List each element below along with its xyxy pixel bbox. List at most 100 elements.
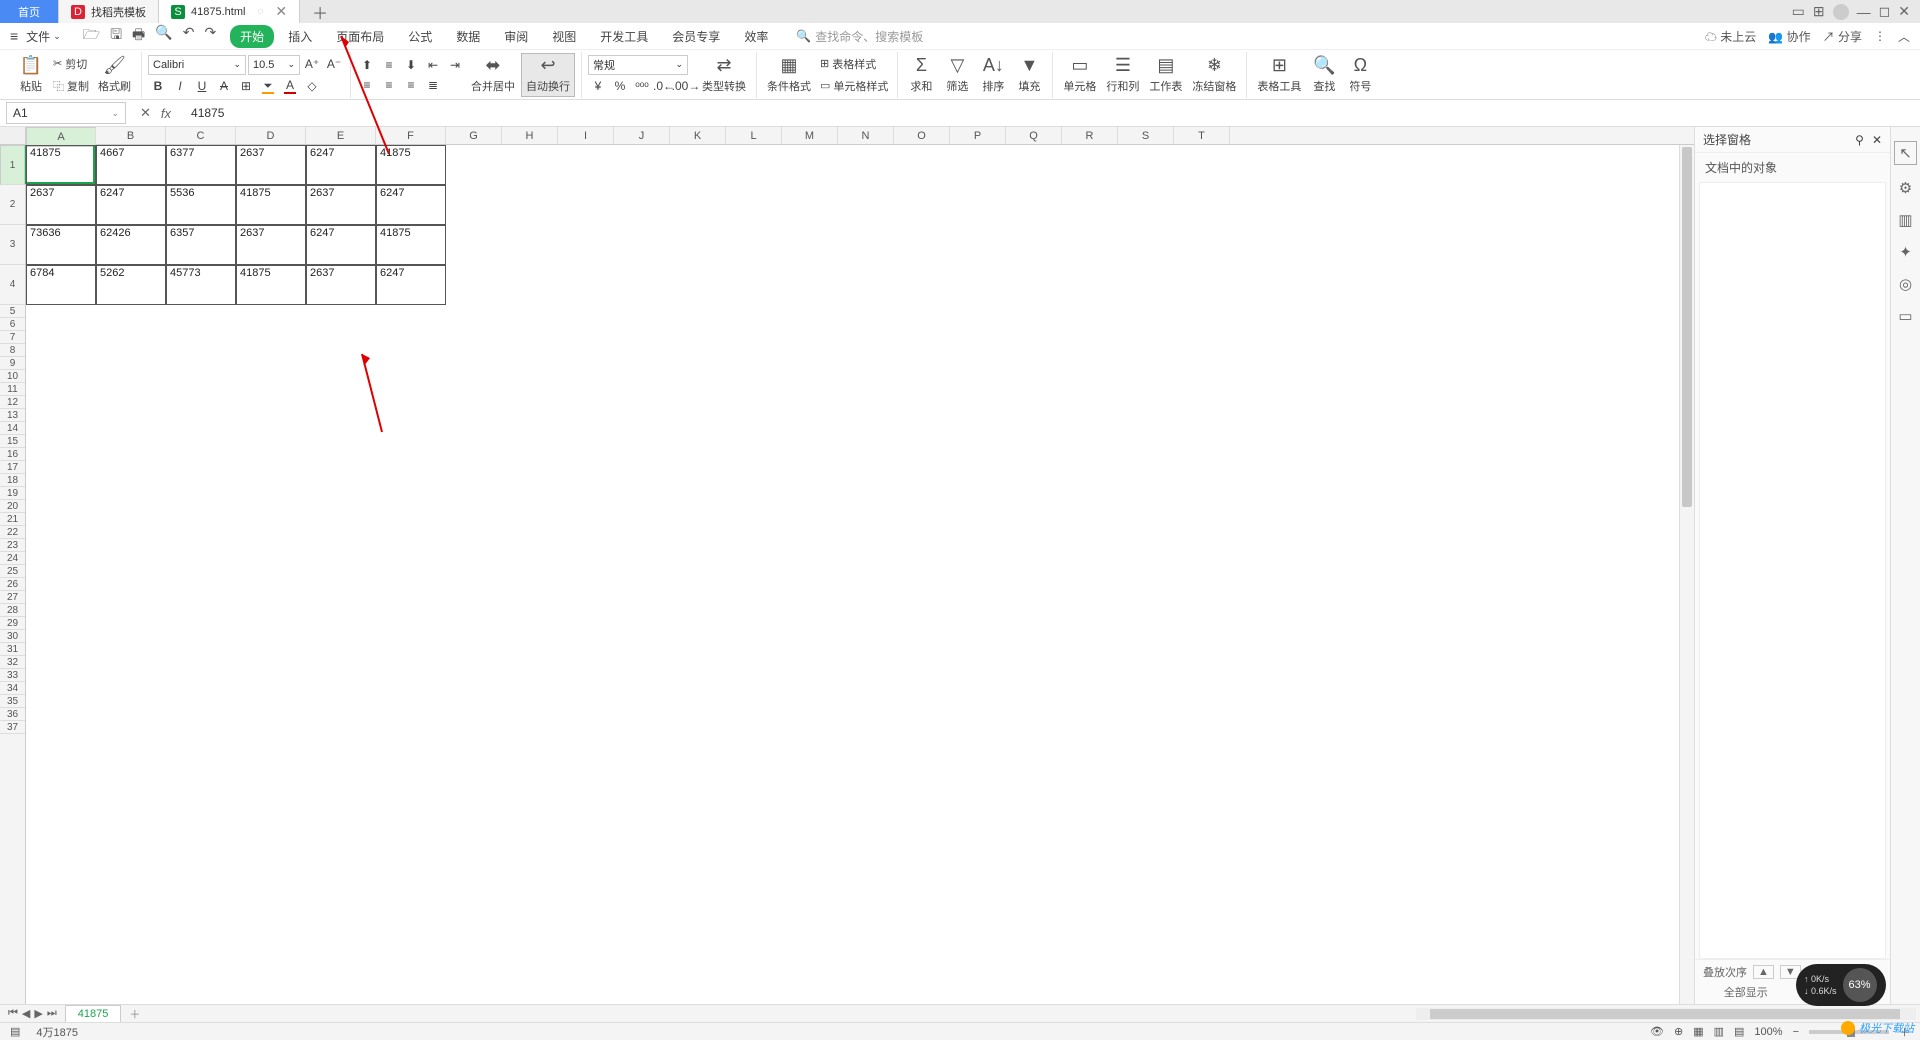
cell-B3[interactable]: 62426 xyxy=(96,225,166,265)
row-header-33[interactable]: 33 xyxy=(0,669,25,682)
undo-icon[interactable]: ↶ xyxy=(183,24,195,48)
align-middle-button[interactable]: ≡ xyxy=(379,56,399,74)
row-header-30[interactable]: 30 xyxy=(0,630,25,643)
layout1-icon[interactable]: ▭ xyxy=(1792,3,1805,20)
cut-button[interactable]: ✂剪切 xyxy=(50,54,92,74)
row-header-32[interactable]: 32 xyxy=(0,656,25,669)
menu-start[interactable]: 开始 xyxy=(230,25,274,48)
col-header-K[interactable]: K xyxy=(670,127,726,144)
col-header-N[interactable]: N xyxy=(838,127,894,144)
layers-icon[interactable]: ▥ xyxy=(1898,211,1912,229)
border-button[interactable]: ⊞ xyxy=(236,77,256,95)
cloud-status[interactable]: ☁ 未上云 xyxy=(1705,28,1756,45)
row-header-37[interactable]: 37 xyxy=(0,721,25,734)
type-convert-button[interactable]: ⇄类型转换 xyxy=(698,54,750,96)
row-header-1[interactable]: 1 xyxy=(0,145,25,185)
decrease-font-button[interactable]: A⁻ xyxy=(324,55,344,73)
row-header-15[interactable]: 15 xyxy=(0,435,25,448)
row-header-19[interactable]: 19 xyxy=(0,487,25,500)
cell-D1[interactable]: 2637 xyxy=(236,145,306,185)
table-tools-button[interactable]: ⊞表格工具 xyxy=(1253,54,1305,96)
cell-A3[interactable]: 73636 xyxy=(26,225,96,265)
font-select[interactable]: Calibri⌄ xyxy=(148,55,246,75)
col-header-J[interactable]: J xyxy=(614,127,670,144)
cell-A2[interactable]: 2637 xyxy=(26,185,96,225)
horizontal-scrollbar[interactable] xyxy=(1416,1008,1916,1020)
col-header-M[interactable]: M xyxy=(782,127,838,144)
menu-dev[interactable]: 开发工具 xyxy=(590,25,658,48)
format-painter-button[interactable]: 🖌格式刷 xyxy=(94,54,135,96)
increase-font-button[interactable]: A⁺ xyxy=(302,55,322,73)
close-window-icon[interactable]: ✕ xyxy=(1898,3,1910,20)
indent-decrease-button[interactable]: ⇤ xyxy=(423,56,443,74)
cell-E1[interactable]: 6247 xyxy=(306,145,376,185)
comma-button[interactable]: ᵒᵒᵒ xyxy=(632,77,652,95)
col-header-G[interactable]: G xyxy=(446,127,502,144)
menu-efficiency[interactable]: 效率 xyxy=(734,25,778,48)
row-header-35[interactable]: 35 xyxy=(0,695,25,708)
cell-C2[interactable]: 5536 xyxy=(166,185,236,225)
show-all-button[interactable]: 全部显示 xyxy=(1724,984,1768,1000)
row-header-36[interactable]: 36 xyxy=(0,708,25,721)
row-header-4[interactable]: 4 xyxy=(0,265,25,305)
font-size-select[interactable]: 10.5⌄ xyxy=(248,55,300,75)
maximize-icon[interactable]: ◻ xyxy=(1879,3,1891,20)
col-header-T[interactable]: T xyxy=(1174,127,1230,144)
currency-button[interactable]: ¥ xyxy=(588,77,608,95)
find-button[interactable]: 🔍查找 xyxy=(1307,54,1341,96)
rowcol-button[interactable]: ☰行和列 xyxy=(1102,54,1143,96)
col-header-B[interactable]: B xyxy=(96,127,166,144)
open-icon[interactable]: 🗁 xyxy=(83,24,100,48)
col-header-H[interactable]: H xyxy=(502,127,558,144)
font-color-button[interactable]: A xyxy=(280,77,300,95)
sheet-tab-active[interactable]: 41875 xyxy=(65,1005,122,1022)
cell-E4[interactable]: 2637 xyxy=(306,265,376,305)
table-style-button[interactable]: ⊞表格样式 xyxy=(817,54,891,74)
cell-E3[interactable]: 6247 xyxy=(306,225,376,265)
row-header-17[interactable]: 17 xyxy=(0,461,25,474)
row-header-6[interactable]: 6 xyxy=(0,318,25,331)
strike-button[interactable]: A xyxy=(214,77,234,95)
row-header-11[interactable]: 11 xyxy=(0,383,25,396)
row-header-16[interactable]: 16 xyxy=(0,448,25,461)
col-header-I[interactable]: I xyxy=(558,127,614,144)
fill-button[interactable]: ▼填充 xyxy=(1012,54,1046,96)
row-header-8[interactable]: 8 xyxy=(0,344,25,357)
row-header-24[interactable]: 24 xyxy=(0,552,25,565)
view-page-icon[interactable]: ▥ xyxy=(1714,1025,1724,1038)
add-sheet-button[interactable]: ＋ xyxy=(121,1006,148,1022)
cell-D4[interactable]: 41875 xyxy=(236,265,306,305)
menu-layout[interactable]: 页面布局 xyxy=(326,25,394,48)
zoom-value[interactable]: 100% xyxy=(1754,1026,1782,1038)
row-header-14[interactable]: 14 xyxy=(0,422,25,435)
row-header-5[interactable]: 5 xyxy=(0,305,25,318)
print-icon[interactable]: 🖶 xyxy=(132,24,145,48)
filter-button[interactable]: ▽筛选 xyxy=(940,54,974,96)
next-sheet-icon[interactable]: ▶ xyxy=(34,1007,42,1020)
row-header-25[interactable]: 25 xyxy=(0,565,25,578)
menu-member[interactable]: 会员专享 xyxy=(662,25,730,48)
align-center-button[interactable]: ≡ xyxy=(379,76,399,94)
menu-insert[interactable]: 插入 xyxy=(278,25,322,48)
cell-E2[interactable]: 2637 xyxy=(306,185,376,225)
col-header-R[interactable]: R xyxy=(1062,127,1118,144)
cell-B4[interactable]: 5262 xyxy=(96,265,166,305)
tab-current-file[interactable]: S 41875.html ◌ ✕ xyxy=(159,0,300,23)
row-header-23[interactable]: 23 xyxy=(0,539,25,552)
cell-F3[interactable]: 41875 xyxy=(376,225,446,265)
symbol-button[interactable]: Ω符号 xyxy=(1343,54,1377,96)
copy-button[interactable]: ⿻复制 xyxy=(50,76,92,96)
sort-button[interactable]: A↓排序 xyxy=(976,54,1010,96)
first-sheet-icon[interactable]: ⏮ xyxy=(8,1007,18,1020)
user-icon[interactable] xyxy=(1833,4,1849,20)
row-header-7[interactable]: 7 xyxy=(0,331,25,344)
ai-icon[interactable]: ✦ xyxy=(1899,243,1912,261)
formula-input[interactable]: 41875 xyxy=(185,106,1920,120)
tab-add[interactable]: ＋ xyxy=(300,0,340,23)
menu-review[interactable]: 审阅 xyxy=(494,25,538,48)
row-header-28[interactable]: 28 xyxy=(0,604,25,617)
row-header-18[interactable]: 18 xyxy=(0,474,25,487)
name-box[interactable]: A1⌄ xyxy=(6,102,126,124)
italic-button[interactable]: I xyxy=(170,77,190,95)
col-header-A[interactable]: A xyxy=(26,127,96,147)
